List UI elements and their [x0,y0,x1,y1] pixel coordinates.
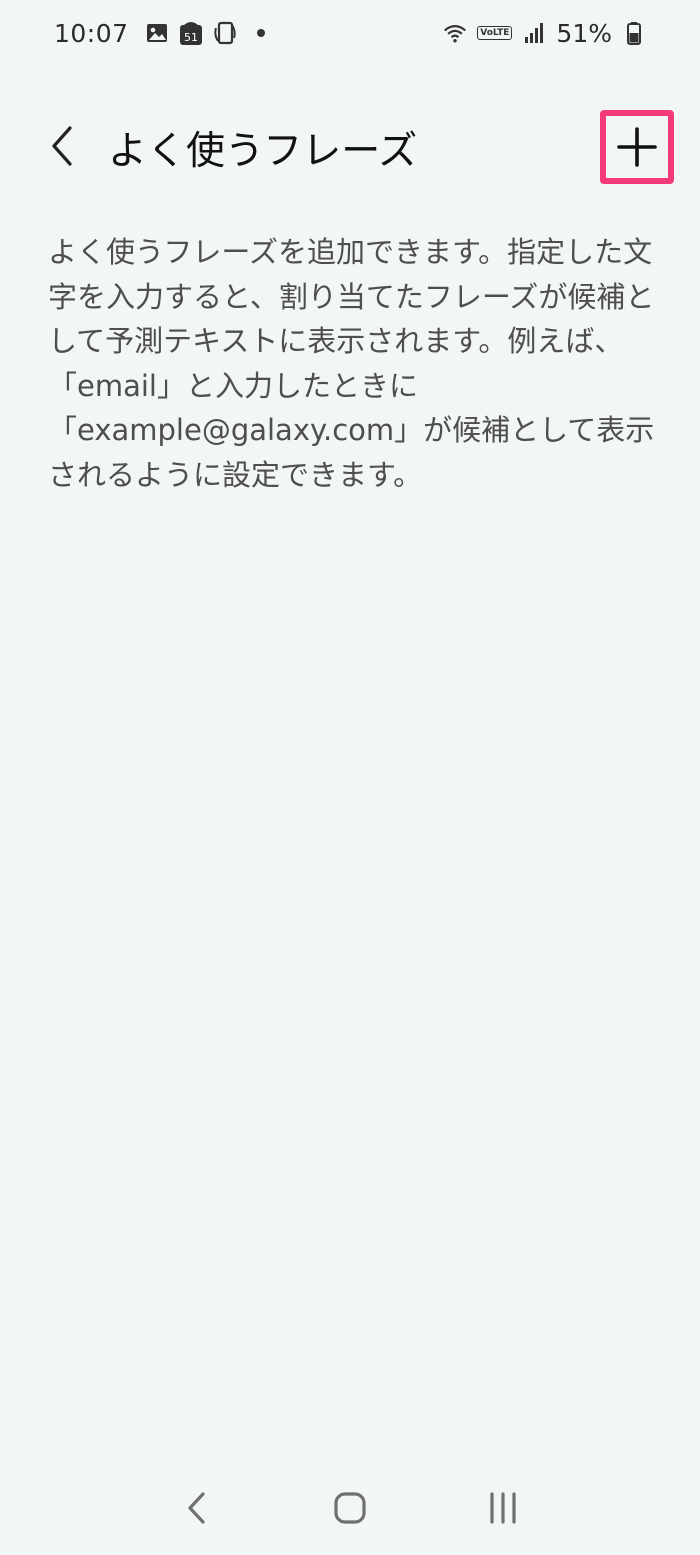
chevron-left-icon [52,126,72,166]
status-left: 10:07 51 [54,19,265,48]
battery-percent: 51% [556,18,612,48]
status-time: 10:07 [54,18,129,48]
status-bar: 10:07 51 VoLTE 51% [0,0,700,66]
svg-text:51: 51 [184,31,198,44]
nav-back-button[interactable] [167,1478,227,1538]
add-phrase-button[interactable] [600,110,674,184]
back-button[interactable] [40,124,84,168]
notification-dot [256,29,265,37]
page-title: よく使うフレーズ [108,129,418,174]
nav-back-icon [188,1491,205,1524]
app-header: よく使うフレーズ [0,104,700,188]
gallery-icon [145,21,169,45]
plus-icon [617,127,657,167]
nav-bar [0,1460,700,1555]
status-right: VoLTE 51% [443,19,646,48]
description-text: よく使うフレーズを追加できます。指定した文字を入力すると、割り当てたフレーズが候… [48,235,655,492]
wifi-icon [443,21,467,45]
volte-badge: VoLTE [477,26,513,40]
calendar-badge-icon: 51 [179,21,203,45]
screen-rotation-icon [213,21,237,45]
battery-icon [622,21,646,45]
nav-home-icon [334,1491,366,1524]
screen: 10:07 51 VoLTE 51% よく使うフレーズ よく使うフレーズを追加で… [0,0,700,1555]
signal-icon [522,21,546,45]
nav-recents-icon [490,1491,516,1524]
nav-recents-button[interactable] [473,1478,533,1538]
nav-home-button[interactable] [320,1478,380,1538]
